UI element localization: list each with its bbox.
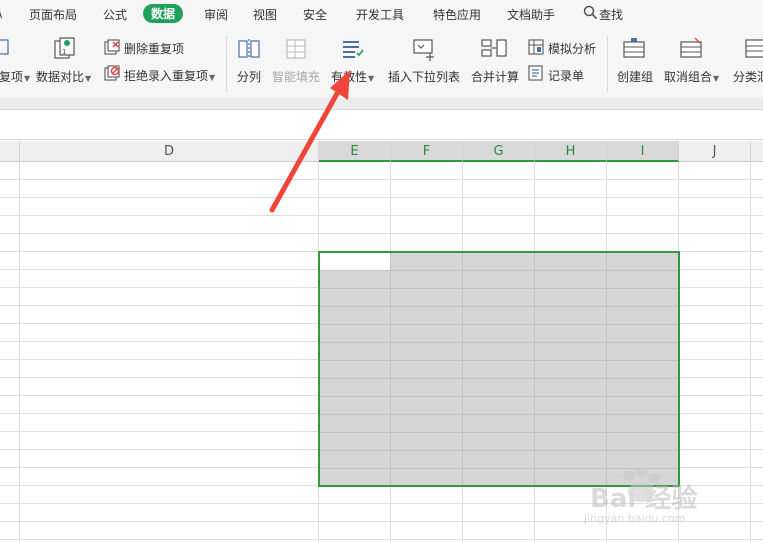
column-header-f[interactable]: F xyxy=(391,141,463,162)
selection-row-line xyxy=(320,288,678,289)
consolidate-button[interactable]: 合并计算 xyxy=(471,68,519,85)
validity-label: 有效性 xyxy=(331,70,368,84)
data-compare-button[interactable]: 数据对比▼ xyxy=(36,68,91,85)
split-columns-icon[interactable] xyxy=(237,37,261,61)
reject-duplicates-label: 拒绝录入重复项 xyxy=(124,69,209,83)
data-compare-label: 数据对比 xyxy=(36,70,85,84)
subtotal-button[interactable]: 分类汇 xyxy=(733,68,763,85)
chevron-down-icon: ▼ xyxy=(368,74,375,83)
selection-column-line xyxy=(534,253,535,485)
baidu-jingyan-watermark: Bai 经验 jingyan.baidu.com xyxy=(582,460,762,540)
create-group-button[interactable]: 创建组 xyxy=(617,68,653,85)
menu-tab-dev-tools[interactable]: 开发工具 xyxy=(356,6,404,23)
ungroup-button[interactable]: 取消组合▼ xyxy=(664,68,719,85)
selection-row-line xyxy=(320,306,678,307)
selection-column-line xyxy=(390,253,391,485)
selection-row-line xyxy=(320,360,678,361)
selection-row-line xyxy=(320,270,678,271)
chevron-down-icon: ▼ xyxy=(713,74,720,83)
menu-tab-data[interactable]: 数据 xyxy=(143,4,184,23)
reject-duplicates-icon xyxy=(104,65,120,81)
column-header-h[interactable]: H xyxy=(535,141,607,162)
selection-row-line xyxy=(320,432,678,433)
selection-row-line xyxy=(320,342,678,343)
column-header-i[interactable]: I xyxy=(607,141,679,162)
chevron-down-icon: ▼ xyxy=(85,74,92,83)
ribbon-bottom-strip xyxy=(0,98,763,110)
svg-text:1: 1 xyxy=(62,48,66,56)
consolidate-icon[interactable] xyxy=(481,37,507,61)
watermark-brand: Bai 经验 xyxy=(590,484,698,514)
menu-tab-page-layout[interactable]: 页面布局 xyxy=(29,6,77,23)
menu-tab-formula[interactable]: 公式 xyxy=(103,6,127,23)
row-gridline xyxy=(0,215,763,216)
ribbon-toolbar: 复项▼ 1 数据对比▼ 删除重复项 拒绝录入重复项▼ 分列 智能填充 有效性▼ … xyxy=(0,28,763,98)
column-gridline xyxy=(19,162,20,542)
menu-tab-security[interactable]: 安全 xyxy=(303,6,327,23)
menu-tab-review[interactable]: 审阅 xyxy=(204,6,228,23)
menu-item-partial[interactable]: \ xyxy=(0,6,2,20)
chevron-down-icon: ▼ xyxy=(209,73,216,82)
insert-dropdown-button[interactable]: 插入下拉列表 xyxy=(388,68,460,85)
validity-icon[interactable] xyxy=(341,37,365,61)
ribbon-separator xyxy=(607,36,608,92)
menu-tab-doc-assistant[interactable]: 文档助手 xyxy=(507,6,555,23)
smart-fill-button[interactable]: 智能填充 xyxy=(272,68,320,85)
chevron-down-icon: ▼ xyxy=(24,74,31,83)
selection-column-line xyxy=(606,253,607,485)
selection-row-line xyxy=(320,450,678,451)
selected-range[interactable] xyxy=(318,251,680,487)
row-gridline xyxy=(0,197,763,198)
column-header-g[interactable]: G xyxy=(463,141,535,162)
selection-row-line xyxy=(320,396,678,397)
menu-tab-view[interactable]: 视图 xyxy=(253,6,277,23)
split-columns-button[interactable]: 分列 xyxy=(237,68,261,85)
highlight-duplicates-button[interactable]: 复项▼ xyxy=(0,68,30,85)
formula-bar[interactable] xyxy=(0,110,763,140)
watermark-url: jingyan.baidu.com xyxy=(584,512,686,525)
record-form-icon xyxy=(528,65,543,81)
ungroup-icon[interactable] xyxy=(679,37,703,61)
reject-duplicates-button[interactable]: 拒绝录入重复项▼ xyxy=(124,67,215,84)
selection-row-line xyxy=(320,378,678,379)
create-group-icon[interactable] xyxy=(622,37,646,61)
smart-fill-icon[interactable] xyxy=(284,37,308,61)
duplicate-icon xyxy=(0,39,9,55)
search-icon[interactable] xyxy=(583,5,598,20)
subtotal-icon[interactable] xyxy=(744,37,763,61)
column-header-d[interactable]: D xyxy=(20,141,319,162)
ribbon-separator xyxy=(226,36,227,92)
selection-column-line xyxy=(462,253,463,485)
menu-search-label[interactable]: 查找 xyxy=(599,6,623,23)
menu-tab-special[interactable]: 特色应用 xyxy=(433,6,481,23)
column-header-row: D E F G H I J xyxy=(0,141,763,162)
column-header-e[interactable]: E xyxy=(319,141,391,162)
validity-button[interactable]: 有效性▼ xyxy=(331,68,374,85)
menu-bar: \ 页面布局 公式 数据 审阅 视图 安全 开发工具 特色应用 文档助手 查找 xyxy=(0,0,763,28)
column-header-j[interactable]: J xyxy=(679,141,751,162)
ungroup-label: 取消组合 xyxy=(664,70,713,84)
data-compare-icon[interactable]: 1 xyxy=(52,37,76,61)
insert-dropdown-icon[interactable] xyxy=(412,37,436,61)
row-gridline xyxy=(0,179,763,180)
delete-duplicates-icon xyxy=(104,39,120,55)
selection-row-line xyxy=(320,324,678,325)
simulate-analysis-button[interactable]: 模拟分析 xyxy=(548,40,596,57)
selection-row-line xyxy=(320,414,678,415)
active-cell[interactable] xyxy=(320,253,390,270)
column-header-partial[interactable] xyxy=(751,141,763,162)
delete-duplicates-button[interactable]: 删除重复项 xyxy=(124,40,184,57)
highlight-duplicates-label: 复项 xyxy=(0,70,24,84)
row-gridline xyxy=(0,233,763,234)
column-header-partial[interactable] xyxy=(0,141,20,162)
record-form-button[interactable]: 记录单 xyxy=(548,67,584,84)
simulate-analysis-icon xyxy=(528,39,544,55)
